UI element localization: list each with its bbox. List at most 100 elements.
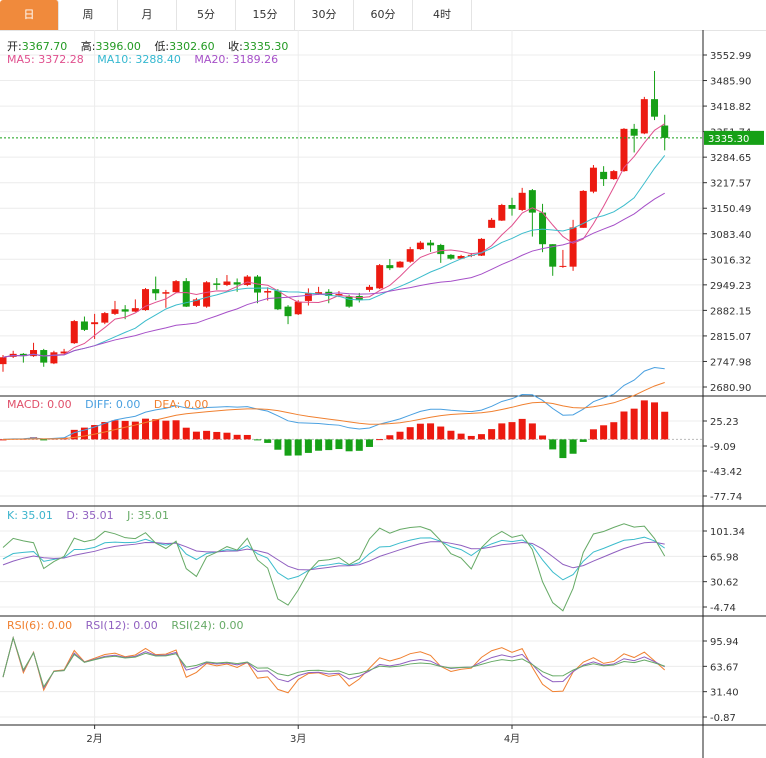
macd-histogram-bar: [549, 439, 557, 450]
candle-body: [396, 261, 404, 268]
macd-histogram-bar: [315, 439, 323, 451]
rsi-axis-tick-label: 95.94: [710, 637, 739, 648]
kdj-axis-tick-label: -4.74: [710, 603, 736, 614]
macd-histogram-bar: [304, 439, 312, 453]
candle-up: [498, 203, 506, 221]
candle-body: [508, 204, 516, 209]
candle-body: [294, 301, 302, 315]
candle-up: [365, 284, 373, 292]
macd-histogram-bar: [294, 439, 302, 456]
candle-down: [80, 316, 88, 331]
kline-chart[interactable]: 3552.993485.903418.823351.743284.653217.…: [0, 0, 766, 758]
macd-histogram-bar: [610, 422, 618, 440]
macd-histogram-bar: [274, 439, 282, 450]
candle-body: [152, 289, 160, 294]
open-label: 开:: [7, 40, 22, 53]
candle-body: [142, 289, 150, 311]
macd-histogram-bar: [121, 420, 129, 440]
macd-histogram-bar: [355, 439, 363, 451]
candle-up: [131, 299, 139, 312]
candle-body: [304, 293, 312, 301]
candle-body: [640, 99, 648, 134]
candle-body: [274, 290, 282, 310]
candle-up: [416, 241, 424, 250]
macd-histogram-bar: [427, 423, 435, 440]
candle-down: [437, 243, 445, 263]
close-value: 3335.30: [242, 40, 289, 53]
macd-legend-value: MACD: 0.00: [7, 398, 72, 411]
price-axis-tick-label: 2949.23: [710, 281, 751, 292]
candle-body: [569, 227, 577, 267]
macd-histogram-bar: [508, 422, 516, 440]
macd-axis-tick-label: -77.74: [710, 492, 742, 503]
candle-down: [40, 348, 48, 367]
candle-up: [203, 281, 211, 308]
candle-body: [488, 219, 496, 228]
price-axis-tick-label: 3485.90: [710, 77, 751, 88]
candle-down: [254, 275, 261, 304]
dea-legend-value: DEA: 0.00: [153, 398, 209, 411]
close-label: 收:: [228, 40, 243, 53]
candle-up: [610, 169, 618, 180]
candle-body: [447, 254, 455, 259]
candle-down: [508, 197, 516, 216]
candle-body: [91, 322, 99, 325]
macd-histogram-bar: [457, 433, 465, 440]
month-label: 2月: [86, 733, 102, 745]
rsi24-legend-value: RSI(24): 0.00: [171, 619, 244, 632]
rsi12-legend-value: RSI(12): 0.00: [85, 619, 158, 632]
candle-down: [325, 289, 333, 304]
candle-body: [630, 128, 638, 136]
candle-down: [213, 278, 221, 290]
ma10-legend: MA10: 3288.40: [97, 53, 181, 66]
candle-body: [101, 313, 109, 323]
candle-body: [50, 352, 58, 364]
candle-up: [223, 275, 231, 287]
price-axis-tick-label: 2882.15: [710, 306, 751, 317]
ma20-legend: MA20: 3189.26: [194, 53, 279, 66]
macd-histogram-bar: [182, 427, 190, 440]
low-label: 低:: [154, 40, 170, 53]
rsi6-line: [2, 635, 666, 694]
price-axis-tick-label: 3552.99: [710, 51, 751, 62]
candle-down: [661, 114, 669, 151]
macd-histogram-bar: [651, 402, 659, 440]
candle-up: [172, 279, 180, 293]
macd-histogram-bar: [569, 439, 577, 454]
candle-body: [121, 309, 129, 312]
price-axis-tick-label: 3284.65: [710, 153, 751, 164]
macd-histogram-bar: [233, 434, 241, 440]
candle-up: [111, 300, 119, 316]
macd-histogram-bar: [589, 429, 597, 440]
candle-body: [162, 292, 170, 294]
macd-histogram-bar: [600, 425, 608, 440]
candle-down: [152, 276, 160, 301]
month-label: 4月: [504, 733, 520, 745]
candle-up: [488, 217, 496, 228]
price-axis-tick-label: 2815.07: [710, 332, 751, 343]
kdj-legend: K: 35.01 D: 35.01 J: 35.01: [7, 509, 179, 522]
candle-body: [600, 171, 608, 180]
price-axis-tick-label: 3083.40: [710, 230, 751, 241]
macd-axis-tick-label: -9.09: [710, 442, 736, 453]
candle-up: [396, 260, 404, 268]
rsi6-legend-value: RSI(6): 0.00: [7, 619, 73, 632]
kdj-axis-tick-label: 30.62: [710, 578, 739, 589]
candle-body: [498, 204, 506, 221]
candle-body: [264, 291, 272, 293]
macd-histogram-bar: [376, 439, 384, 441]
macd-histogram-bar: [416, 423, 424, 440]
price-axis-tick-label: 3217.57: [710, 179, 751, 190]
ma-legend: MA5: 3372.28 MA10: 3288.40 MA20: 3189.26: [7, 53, 288, 66]
candle-body: [365, 286, 373, 290]
open-value: 3367.70: [21, 40, 68, 53]
macd-histogram-bar: [640, 400, 648, 440]
candle-up: [9, 350, 17, 359]
candle-body: [610, 171, 618, 180]
macd-histogram-bar: [243, 434, 251, 440]
macd-histogram-bar: [345, 439, 353, 452]
d-line: [2, 541, 665, 571]
macd-histogram-bar: [467, 435, 475, 440]
candle-down: [549, 244, 557, 276]
candle-up: [406, 246, 414, 263]
